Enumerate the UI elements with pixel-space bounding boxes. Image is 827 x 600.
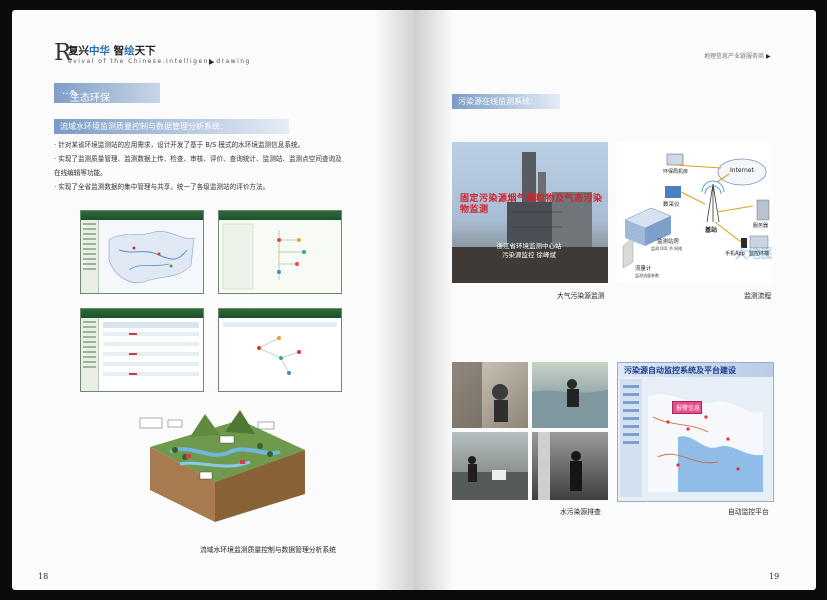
caption-water-investigation: 水污染源排查 — [560, 508, 601, 516]
system-screenshot-tree — [218, 210, 342, 294]
logo-slogan: 复兴中华 智绘天下 — [68, 45, 156, 57]
header-tagline: 地理信息产业链服务商 ▶ — [704, 53, 771, 60]
system-screenshot-map — [80, 210, 204, 294]
right-page: 地理信息产业链服务商 ▶ 污染源在线监测系统： 固定污染源烟气颗粒物及气态污染物… — [414, 10, 816, 590]
label-env-bureau: 环保局机房 — [663, 169, 689, 175]
label-link: 监测 DID 节 网络 — [651, 246, 683, 251]
logo-arrow-icon: ▶ — [209, 58, 215, 66]
page-gutter-shadow — [414, 10, 454, 590]
section-title: 生态环保 — [70, 93, 110, 104]
label-monitor-room: 监测站房 — [657, 239, 680, 245]
watershed-3d-illustration — [130, 402, 310, 530]
left-page: R 复兴中华 智绘天下 evival of the Chinese.Intell… — [12, 10, 414, 590]
label-collector: 数采仪 — [663, 202, 680, 208]
page-number-left: 18 — [38, 572, 49, 581]
caption-air-monitoring: 大气污染源监测 — [557, 292, 605, 300]
photo-overlay-author: 浙江省环境监测中心站 污染源监控 徐峰斌 — [496, 242, 562, 259]
section-title-band: ✎… 生态环保 — [54, 83, 160, 104]
brand-logo: R 复兴中华 智绘天下 evival of the Chinese.Intell… — [54, 40, 254, 80]
bullet-item: 在线编辑等功能。 — [54, 169, 107, 177]
label-base-station: 基站 — [705, 227, 718, 234]
monitoring-platform-screen: 污染源自动监控系统及平台建设 报警信息 — [617, 362, 774, 502]
monitoring-flow-diagram: 大地图 Internet 环保局机房 数采仪 基站 服务器 监测站房 监测 DI… — [617, 142, 772, 283]
system-screenshot-network — [218, 308, 342, 392]
caption-auto-platform: 自动监控平台 — [728, 508, 769, 516]
air-pollution-photo: 固定污染源烟气颗粒物及气态污染物监测 浙江省环境监测中心站 污染源监控 徐峰斌 — [452, 142, 608, 283]
subheading: 流域水环境监测质量控制与数据管理分析系统： — [60, 122, 228, 131]
bullet-item: · 针对某省环境监测站的应用需求，设计开发了基于 B/S 模式的水环境监测信息系… — [54, 141, 305, 149]
water-photo-4 — [532, 432, 608, 500]
bullet-item: · 实现了全省监测数据的集中管理与共享，统一了各级监测站的评价方法。 — [54, 183, 270, 191]
bullet-item: · 实现了监测质量管理、监测数据上传、检查、审核、评价、查询统计、监测站、监测点… — [54, 155, 342, 163]
photo-overlay-title: 固定污染源烟气颗粒物及气态污染物监测 — [460, 194, 603, 215]
water-photo-1 — [452, 362, 528, 428]
label-flowmeter: 流量计 — [635, 266, 652, 272]
water-photo-3 — [452, 432, 528, 500]
platform-title: 污染源自动监控系统及平台建设 — [624, 366, 736, 375]
label-internet: Internet — [730, 167, 754, 174]
system-screenshot-table — [80, 308, 204, 392]
logo-english: evival of the Chinese.Intelligent drawin… — [68, 58, 251, 65]
subheading: 污染源在线监测系统： — [458, 97, 538, 106]
subheading-band: 流域水环境监测质量控制与数据管理分析系统： — [54, 119, 289, 134]
label-server: 服务器 — [753, 223, 769, 229]
bullet-list: · 针对某省环境监测站的应用需求，设计开发了基于 B/S 模式的水环境监测信息系… — [54, 138, 394, 194]
label-params: 监测流量参数 — [635, 273, 659, 278]
caption-monitoring-flow: 监测流程 — [744, 292, 772, 300]
page-gutter-shadow — [374, 10, 414, 590]
label-terminal: 监控终端 — [749, 251, 770, 257]
arrow-icon: ▶ — [765, 53, 771, 60]
figure-caption-left: 流域水环境监测质量控制与数据管理分析系统 — [200, 546, 336, 554]
page-number-right: 19 — [769, 572, 780, 581]
label-phone: 手机App — [725, 251, 745, 257]
water-photo-2 — [532, 362, 608, 428]
subheading-band: 污染源在线监测系统： — [452, 94, 560, 109]
alarm-badge: 报警信息 — [672, 401, 702, 414]
